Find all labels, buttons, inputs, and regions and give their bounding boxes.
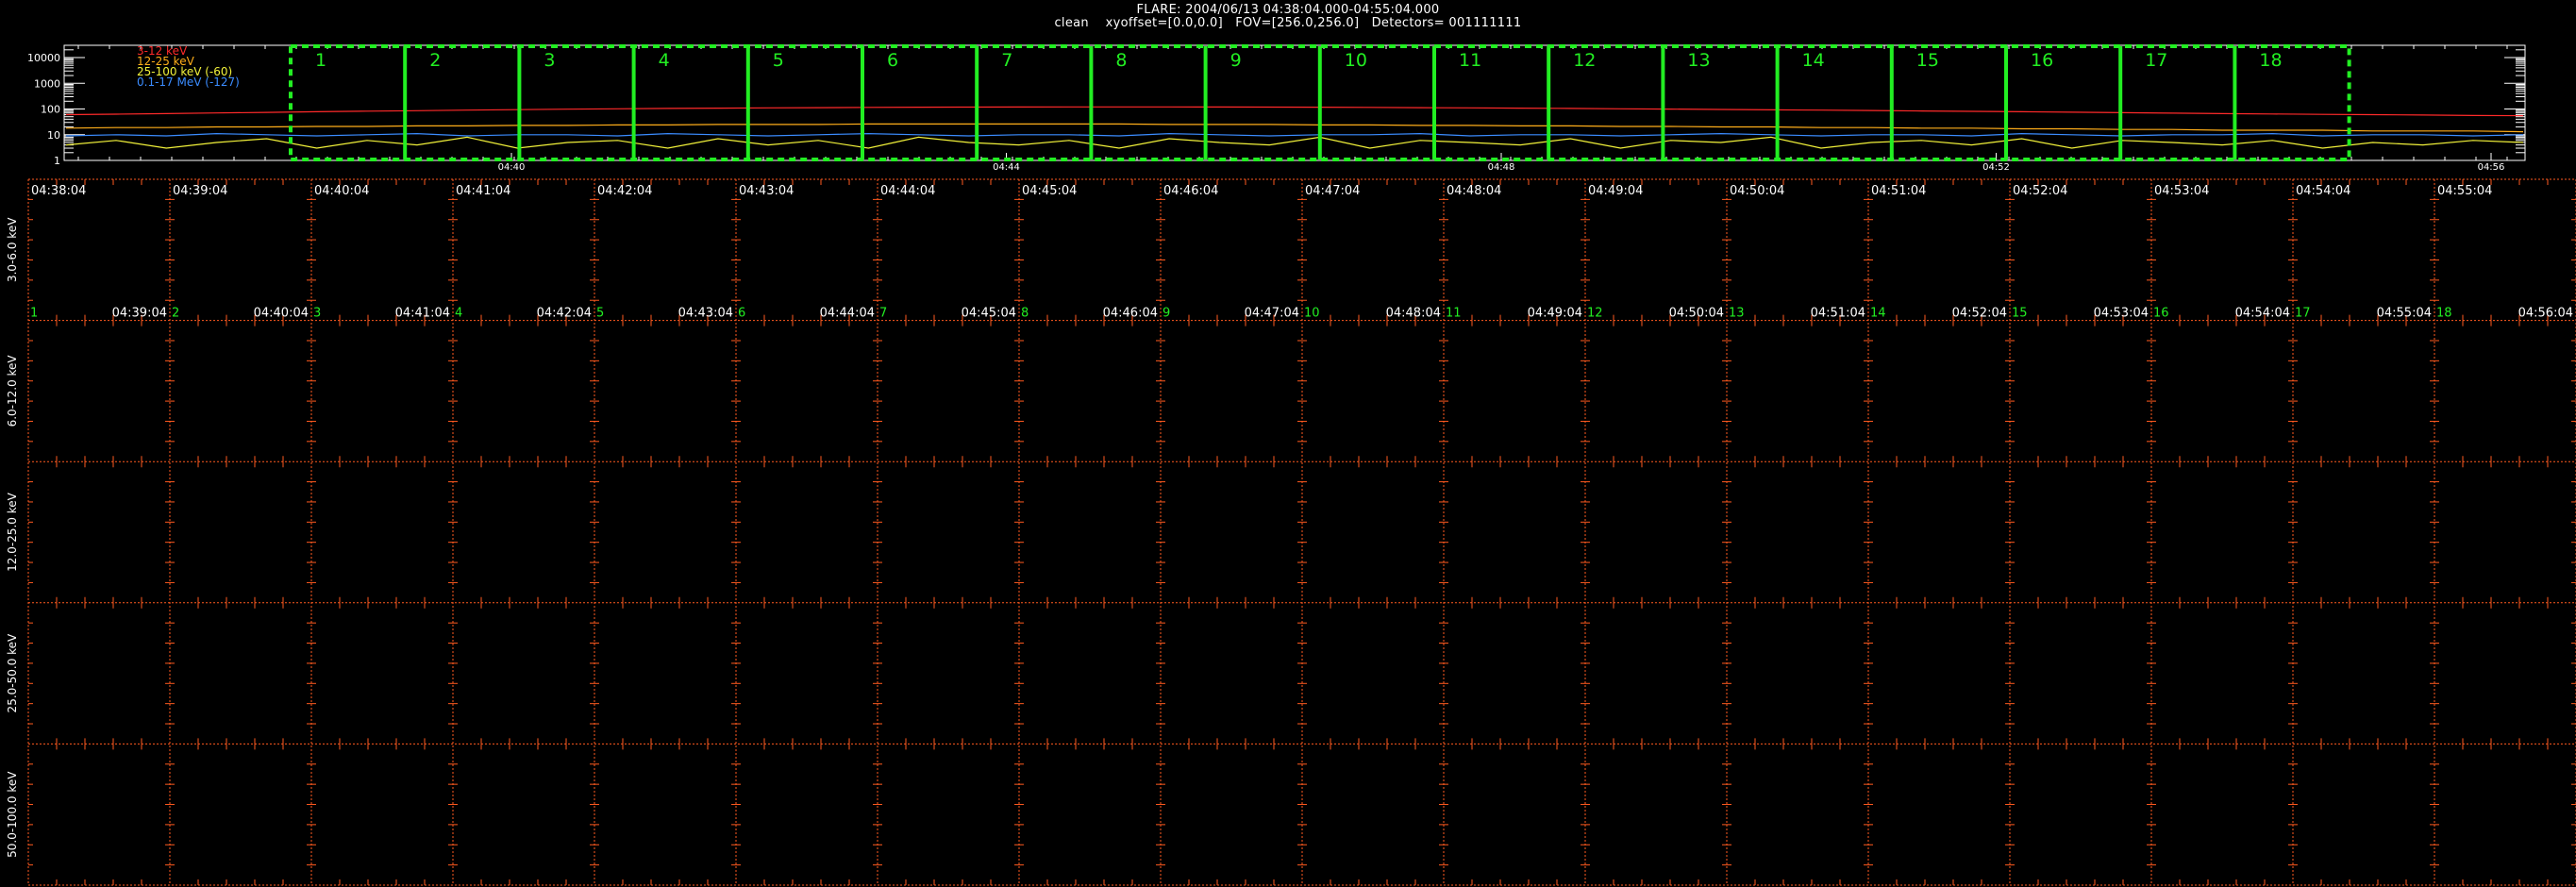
cell-end-time: 04:49:04 <box>1528 307 1582 321</box>
cell-index: 9 <box>1163 307 1170 321</box>
cell-start-time: 04:38:04 <box>31 184 86 198</box>
cell-start-time: 04:42:04 <box>597 184 652 198</box>
cell-index: 13 <box>1729 307 1745 321</box>
cell-end-time: 04:56:04 <box>2518 307 2573 321</box>
cell-index: 7 <box>879 307 887 321</box>
cell-start-time: 04:47:04 <box>1305 184 1360 198</box>
cell-index: 1 <box>30 307 38 321</box>
cell-end-time: 04:53:04 <box>2094 307 2149 321</box>
cell-end-time: 04:55:04 <box>2377 307 2432 321</box>
row-label: 12.0-25.0 keV <box>6 492 19 571</box>
cell-start-time: 04:44:04 <box>880 184 935 198</box>
cell-index: 4 <box>455 307 462 321</box>
cell-index: 16 <box>2153 307 2169 321</box>
cell-start-time: 04:39:04 <box>173 184 227 198</box>
cell-start-time: 04:53:04 <box>2154 184 2209 198</box>
cell-start-time: 04:40:04 <box>314 184 369 198</box>
cell-index: 12 <box>1587 307 1603 321</box>
cell-index: 10 <box>1304 307 1320 321</box>
cell-index: 17 <box>2295 307 2311 321</box>
cell-index: 14 <box>1870 307 1886 321</box>
cell-end-time: 04:39:04 <box>112 307 167 321</box>
cell-start-time: 04:49:04 <box>1588 184 1643 198</box>
cell-start-time: 04:52:04 <box>2013 184 2067 198</box>
row-label: 25.0-50.0 keV <box>6 633 19 712</box>
cell-end-time: 04:42:04 <box>537 307 592 321</box>
cell-start-time: 04:48:04 <box>1447 184 1501 198</box>
row-label: 3.0-6.0 keV <box>6 217 19 282</box>
cell-end-time: 04:40:04 <box>254 307 309 321</box>
cell-end-time: 04:41:04 <box>395 307 450 321</box>
cell-index: 15 <box>2012 307 2028 321</box>
cell-end-time: 04:47:04 <box>1245 307 1299 321</box>
cell-start-time: 04:45:04 <box>1022 184 1077 198</box>
cell-start-time: 04:41:04 <box>456 184 510 198</box>
cell-end-time: 04:51:04 <box>1811 307 1865 321</box>
cell-end-time: 04:46:04 <box>1103 307 1158 321</box>
cell-start-time: 04:43:04 <box>739 184 794 198</box>
cell-index: 3 <box>313 307 321 321</box>
cell-end-time: 04:45:04 <box>962 307 1016 321</box>
row-label: 6.0-12.0 keV <box>6 355 19 427</box>
image-grid: 3.0-6.0 keV 6.0-12.0 keV 12.0-25.0 keV 25.0… <box>6 178 2576 886</box>
cell-end-time: 04:52:04 <box>1952 307 2007 321</box>
cell-index: 18 <box>2436 307 2452 321</box>
cell-index: 2 <box>172 307 179 321</box>
cell-start-time: 04:50:04 <box>1730 184 1784 198</box>
cell-end-time: 04:43:04 <box>678 307 733 321</box>
cell-start-time: 04:51:04 <box>1871 184 1926 198</box>
cell-index: 8 <box>1021 307 1029 321</box>
cell-start-time: 04:54:04 <box>2296 184 2350 198</box>
cell-start-time: 04:55:04 <box>2437 184 2492 198</box>
cell-index: 6 <box>738 307 745 321</box>
cell-end-time: 04:48:04 <box>1386 307 1441 321</box>
cell-end-time: 04:54:04 <box>2235 307 2290 321</box>
cell-end-time: 04:44:04 <box>820 307 875 321</box>
cell-start-time: 04:46:04 <box>1163 184 1218 198</box>
row-label: 50.0-100.0 keV <box>6 771 19 858</box>
cell-index: 5 <box>596 307 604 321</box>
cell-index: 11 <box>1446 307 1462 321</box>
cell-end-time: 04:50:04 <box>1669 307 1724 321</box>
